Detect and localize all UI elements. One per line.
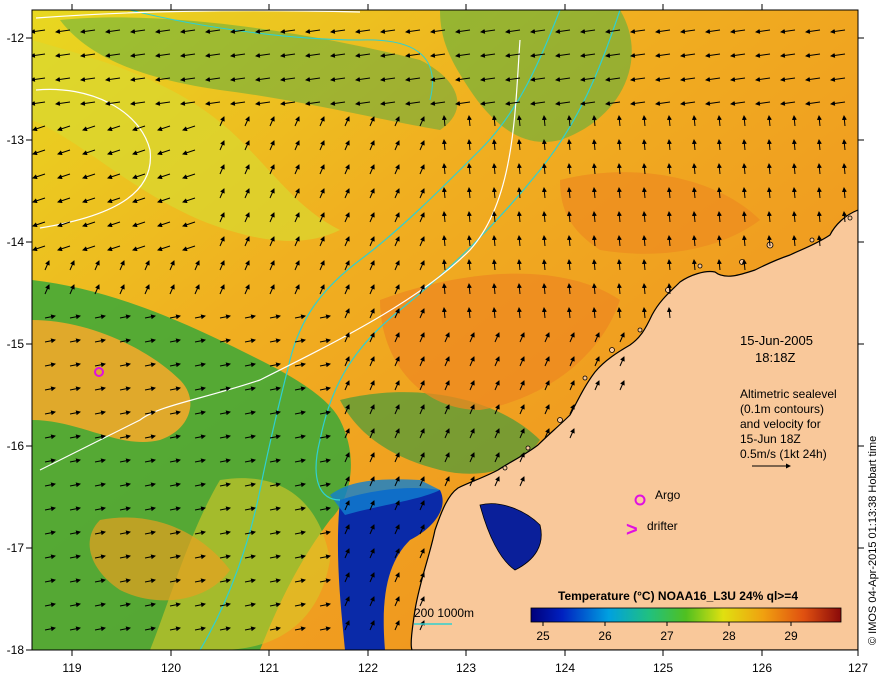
altimetry-note-2: (0.1m contours) <box>740 402 824 416</box>
altimetry-note-3: and velocity for <box>740 417 821 431</box>
y-tick-label: -15 <box>7 337 25 351</box>
x-tick-label: 122 <box>358 661 378 675</box>
x-tick-label: 126 <box>752 661 772 675</box>
credit-label: © IMOS 04-Apr-2015 01:13:38 Hobart time <box>867 436 879 645</box>
velocity-scale-label: 0.5m/s (1kt 24h) <box>740 447 827 461</box>
colorbar-tick-label: 25 <box>536 629 550 643</box>
y-tick-label: -17 <box>7 541 25 555</box>
x-tick-label: 121 <box>259 661 279 675</box>
y-tick-label: -13 <box>7 133 25 147</box>
colorbar-tick-label: 29 <box>784 629 798 643</box>
colorbar-tick-label: 27 <box>660 629 674 643</box>
y-tick-label: -16 <box>7 439 25 453</box>
date-label: 15-Jun-2005 <box>740 333 813 348</box>
x-tick-label: 124 <box>555 661 575 675</box>
argo-legend-label: Argo <box>655 488 681 502</box>
x-tick-label: 120 <box>161 661 181 675</box>
depth-contour-label: 200 1000m <box>414 606 474 620</box>
time-label: 18:18Z <box>755 350 796 365</box>
colorbar-tick-label: 28 <box>722 629 736 643</box>
x-tick-label: 119 <box>62 661 81 675</box>
colorbar-gradient <box>530 607 842 623</box>
x-tick-label: 123 <box>456 661 476 675</box>
x-tick-label: 125 <box>653 661 673 675</box>
colorbar-title: Temperature (°C) NOAA16_L3U 24% ql>=4 <box>558 589 798 603</box>
x-tick-label: 127 <box>848 661 868 675</box>
y-tick-label: -12 <box>7 31 25 45</box>
altimetry-note-1: Altimetric sealevel <box>740 387 837 401</box>
sst-field <box>32 10 858 650</box>
altimetry-note-4: 15-Jun 18Z <box>740 432 801 446</box>
drifter-legend-label: drifter <box>647 519 678 533</box>
map-figure: 119 120 121 122 123 124 125 126 127 -12 … <box>7 4 879 675</box>
drifter-legend-icon: > <box>626 519 638 541</box>
y-tick-label: -14 <box>7 235 25 249</box>
y-tick-label: -18 <box>7 643 25 657</box>
colorbar-tick-label: 26 <box>598 629 612 643</box>
